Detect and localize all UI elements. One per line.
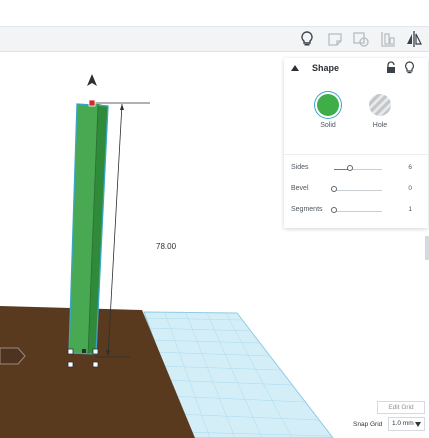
edit-grid-button[interactable]: Edit Grid — [377, 401, 425, 414]
lightbulb-icon[interactable] — [297, 29, 317, 49]
top-bar — [0, 0, 429, 27]
snap-grid-value: 1.0 mm — [392, 420, 414, 427]
bevel-track[interactable] — [334, 190, 382, 191]
side-handle-bottom — [82, 349, 86, 353]
shape-panel: Shape Solid Hole Sides 6 Bevel 0 Segment… — [284, 58, 428, 228]
segments-slider[interactable] — [331, 207, 337, 213]
bevel-value[interactable]: 0 — [408, 185, 412, 192]
hole-option[interactable]: Hole — [360, 94, 400, 129]
mirror-icon[interactable] — [404, 29, 424, 49]
shape-note-icon[interactable] — [351, 29, 371, 49]
chevron-down-icon — [415, 422, 421, 427]
hole-swatch[interactable] — [369, 94, 391, 116]
hole-label: Hole — [372, 122, 388, 129]
solid-swatch[interactable] — [317, 94, 339, 116]
sides-value[interactable]: 6 — [408, 164, 412, 171]
toolbar — [0, 27, 429, 52]
dimension-arrow-top — [120, 104, 124, 110]
sides-label: Sides — [291, 164, 309, 171]
collapse-arrow-icon[interactable] — [290, 64, 300, 72]
solid-label: Solid — [320, 122, 336, 129]
bevel-label: Bevel — [291, 185, 309, 192]
snap-grid-label: Snap Grid — [353, 421, 383, 428]
segments-track[interactable] — [334, 211, 382, 212]
panel-title: Shape — [312, 63, 340, 73]
segments-value[interactable]: 1 — [408, 206, 412, 213]
bevel-row: Bevel 0 — [284, 183, 428, 197]
dimension-value[interactable]: 78.00 — [156, 242, 176, 251]
lightbulb-icon[interactable] — [404, 61, 415, 74]
corner-handle-right — [92, 348, 99, 355]
align-icon[interactable] — [378, 29, 398, 49]
lock-icon[interactable] — [385, 61, 397, 74]
top-handle — [88, 99, 96, 107]
segments-label: Segments — [291, 206, 323, 213]
lift-handle-icon — [87, 74, 97, 86]
solid-option[interactable]: Solid — [308, 94, 348, 129]
segments-row: Segments 1 — [284, 204, 428, 218]
snap-grid-select[interactable]: 1.0 mm — [388, 417, 425, 431]
corner-handle-bottom-left — [67, 361, 74, 368]
sides-row: Sides 6 — [284, 162, 428, 176]
panel-header: Shape — [284, 58, 428, 80]
corner-handle-left — [67, 348, 74, 355]
bevel-slider[interactable] — [331, 186, 337, 192]
panel-divider — [284, 154, 428, 155]
note-icon[interactable] — [325, 29, 345, 49]
panel-resize-handle[interactable] — [425, 236, 429, 260]
sides-slider[interactable] — [346, 165, 353, 171]
corner-handle-bottom-right — [92, 361, 99, 368]
